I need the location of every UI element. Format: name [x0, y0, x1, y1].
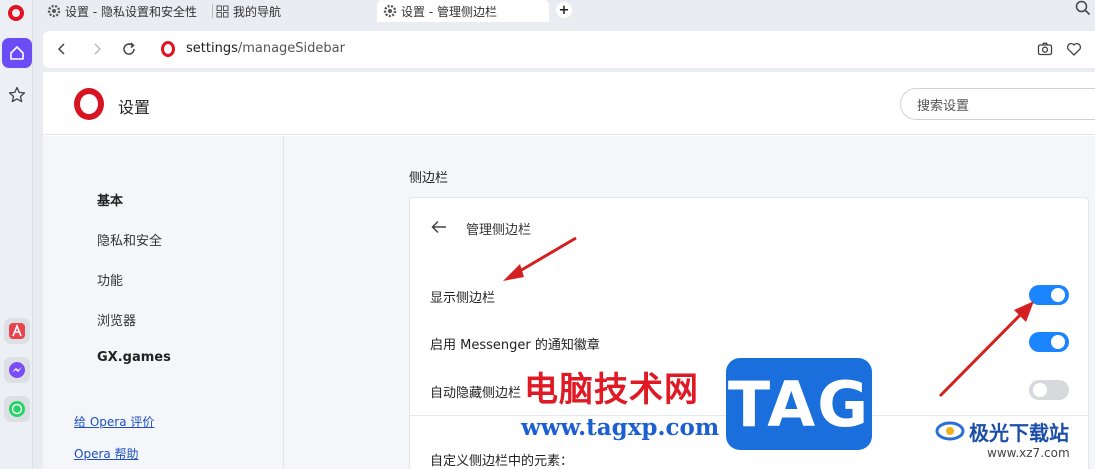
settings-search-input[interactable]: 搜索设置 — [900, 88, 1095, 120]
heart-icon[interactable] — [1066, 41, 1082, 61]
toggle-knob — [1051, 335, 1065, 349]
toggle-knob — [1051, 288, 1065, 302]
tab-label: 我的导航 — [233, 4, 282, 19]
tab-label: 设置 - 管理侧边栏 — [401, 4, 497, 19]
whatsapp-icon[interactable] — [4, 396, 30, 422]
home-icon[interactable] — [2, 38, 32, 68]
url-path: /manageSidebar — [237, 41, 345, 56]
nav-item-gxgames[interactable]: GX.games — [97, 350, 171, 365]
messenger-badge-toggle[interactable] — [1029, 332, 1069, 352]
settings-header: 设置 搜索设置 — [43, 72, 1095, 135]
nav-item-privacy[interactable]: 隐私和安全 — [97, 230, 162, 249]
opera-logo-icon — [74, 88, 104, 120]
opera-help-link[interactable]: Opera 帮助 — [74, 445, 139, 462]
tab-bar: 设置 - 隐私设置和安全性 我的导航 设置 - 管理侧边栏 + — [33, 0, 1095, 22]
watermark-jg: 极光下载站 — [935, 417, 1069, 446]
customize-elements-label: 自定义侧边栏中的元素： — [430, 454, 574, 469]
tab-search-icon[interactable] — [1075, 0, 1091, 20]
nav-item-features[interactable]: 功能 — [97, 270, 123, 289]
back-arrow-icon[interactable] — [430, 218, 448, 236]
section-title: 侧边栏 — [409, 171, 449, 186]
aurora-logo-icon — [935, 418, 965, 446]
tab-privacy-settings[interactable]: 设置 - 隐私设置和安全性 — [47, 0, 197, 22]
url-field[interactable]: settings/manageSidebar — [186, 41, 345, 56]
new-tab-button[interactable]: + — [556, 2, 572, 18]
aria-app-icon[interactable] — [4, 318, 30, 344]
autohide-sidebar-toggle[interactable] — [1029, 380, 1069, 400]
nav-item-basic[interactable]: 基本 — [97, 190, 123, 209]
reload-icon[interactable] — [120, 40, 138, 58]
watermark-tag-logo: TAG — [726, 358, 872, 450]
forward-icon[interactable] — [88, 40, 106, 58]
show-sidebar-label: 显示侧边栏 — [430, 291, 496, 306]
opera-sidebar — [0, 0, 33, 469]
tab-my-navigation[interactable]: 我的导航 — [216, 0, 281, 22]
back-icon[interactable] — [53, 40, 71, 58]
gear-icon — [383, 4, 397, 18]
tab-manage-sidebar[interactable]: 设置 - 管理侧边栏 — [377, 0, 549, 22]
watermark-jg-text: 极光下载站 — [969, 421, 1069, 445]
page-title: 设置 — [118, 98, 151, 117]
messenger-badge-label: 启用 Messenger 的通知徽章 — [430, 338, 600, 353]
settings-nav: 基本 隐私和安全 功能 浏览器 GX.games 给 Opera 评价 Oper… — [43, 136, 284, 469]
tab-separator — [212, 4, 213, 18]
toggle-knob — [1033, 383, 1047, 397]
show-sidebar-toggle[interactable] — [1029, 285, 1069, 305]
messenger-icon[interactable] — [4, 357, 30, 383]
gear-icon — [47, 4, 61, 18]
watermark-jg-url: www.xz7.com — [987, 446, 1070, 460]
tab-label: 设置 - 隐私设置和安全性 — [65, 4, 197, 19]
grid-icon — [216, 5, 229, 18]
opera-menu-icon[interactable] — [8, 5, 24, 21]
autohide-sidebar-label: 自动隐藏侧边栏 — [430, 386, 522, 401]
address-bar: settings/manageSidebar — [43, 31, 1095, 68]
url-host: settings — [186, 41, 238, 56]
watermark-url: www.tagxp.com — [521, 414, 720, 441]
card-title: 管理侧边栏 — [466, 223, 532, 238]
camera-icon[interactable] — [1037, 41, 1053, 61]
watermark-text: 电脑技术网 — [524, 370, 699, 410]
nav-item-browser[interactable]: 浏览器 — [97, 310, 136, 329]
rate-opera-link[interactable]: 给 Opera 评价 — [74, 413, 154, 430]
opera-url-icon — [161, 41, 175, 57]
bookmarks-star-icon[interactable] — [6, 84, 28, 106]
